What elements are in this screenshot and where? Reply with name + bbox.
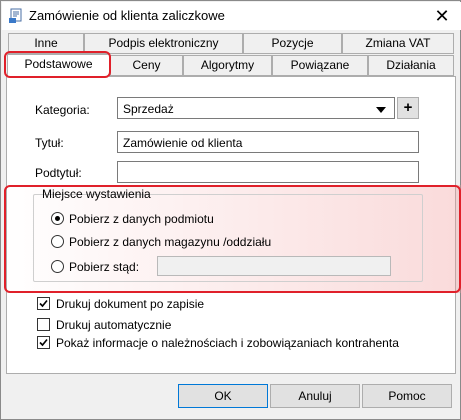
kategoria-select[interactable]: Sprzedaż	[117, 97, 395, 119]
tytul-label: Tytuł:	[35, 136, 64, 150]
tab-powiazane[interactable]: Powiązane	[272, 55, 368, 76]
tab-dzialania[interactable]: Działania	[368, 55, 454, 76]
ok-button[interactable]: OK	[178, 384, 268, 408]
window-title: Zamówienie od klienta zaliczkowe	[29, 8, 225, 23]
kategoria-label: Kategoria:	[35, 103, 90, 117]
radio-dane-magazynu-label[interactable]: Pobierz z danych magazynu /oddziału	[69, 234, 271, 250]
checkbox-drukuj-po-zapisie[interactable]	[37, 297, 50, 310]
radio-dane-podmiotu-label[interactable]: Pobierz z danych podmiotu	[69, 211, 214, 227]
radio-dane-podmiotu[interactable]	[51, 212, 64, 225]
podtytul-field[interactable]	[117, 161, 419, 183]
cancel-button[interactable]: Anuluj	[270, 384, 360, 408]
tab-podpis-elektroniczny[interactable]: Podpis elektroniczny	[84, 33, 243, 54]
tab-algorytmy[interactable]: Algorytmy	[183, 55, 272, 76]
checkbox-pokaz-naleznosci[interactable]	[37, 336, 50, 349]
kategoria-value: Sprzedaż	[123, 102, 174, 116]
dialog-window: Zamówienie od klienta zaliczkowe ✕ Inne …	[0, 0, 461, 420]
radio-pobierz-stad[interactable]	[51, 260, 64, 273]
tab-panel-podstawowe: Kategoria: Sprzedaż + Tytuł: Zamówienie …	[4, 76, 461, 374]
title-bar[interactable]: Zamówienie od klienta zaliczkowe ✕	[2, 2, 461, 30]
document-app-icon	[8, 8, 24, 24]
tab-podstawowe[interactable]: Podstawowe	[7, 54, 110, 77]
tab-label: Podstawowe	[24, 57, 93, 71]
chevron-down-icon	[376, 107, 386, 113]
checkbox-drukuj-automatycznie-label[interactable]: Drukuj automatycznie	[56, 317, 171, 333]
tab-label: Pozycje	[271, 36, 314, 50]
radio-dane-magazynu[interactable]	[51, 235, 64, 248]
help-button[interactable]: Pomoc	[362, 384, 452, 408]
radio-selected-dot	[55, 216, 60, 221]
tab-inne[interactable]: Inne	[8, 33, 84, 54]
radio-pobierz-stad-label[interactable]: Pobierz stąd:	[69, 259, 139, 275]
tab-label: Zmiana VAT	[365, 36, 431, 50]
tab-label: Inne	[34, 36, 58, 50]
miejsce-wystawienia-legend: Miejsce wystawienia	[42, 187, 151, 201]
checkbox-pokaz-naleznosci-label[interactable]: Pokaż informacje o należnościach i zobow…	[56, 335, 399, 351]
tab-label: Algorytmy	[200, 58, 255, 72]
pobierz-stad-field[interactable]	[157, 256, 391, 276]
tab-label: Powiązane	[290, 58, 350, 72]
tab-label: Działania	[386, 58, 436, 72]
close-icon[interactable]: ✕	[429, 5, 455, 27]
checkbox-drukuj-po-zapisie-label[interactable]: Drukuj dokument po zapisie	[56, 296, 204, 312]
tytul-value: Zamówienie od klienta	[123, 136, 243, 150]
checkbox-drukuj-automatycznie[interactable]	[37, 318, 50, 331]
tytul-field[interactable]: Zamówienie od klienta	[117, 131, 419, 153]
tab-label: Podpis elektroniczny	[108, 36, 219, 50]
check-icon	[39, 338, 48, 347]
check-icon	[39, 299, 48, 308]
podtytul-label: Podtytuł:	[35, 166, 82, 180]
tab-label: Ceny	[132, 58, 161, 72]
add-category-button[interactable]: +	[397, 97, 419, 119]
tab-ceny[interactable]: Ceny	[110, 55, 183, 76]
tab-zmiana-vat[interactable]: Zmiana VAT	[342, 33, 454, 54]
tab-pozycje[interactable]: Pozycje	[243, 33, 342, 54]
